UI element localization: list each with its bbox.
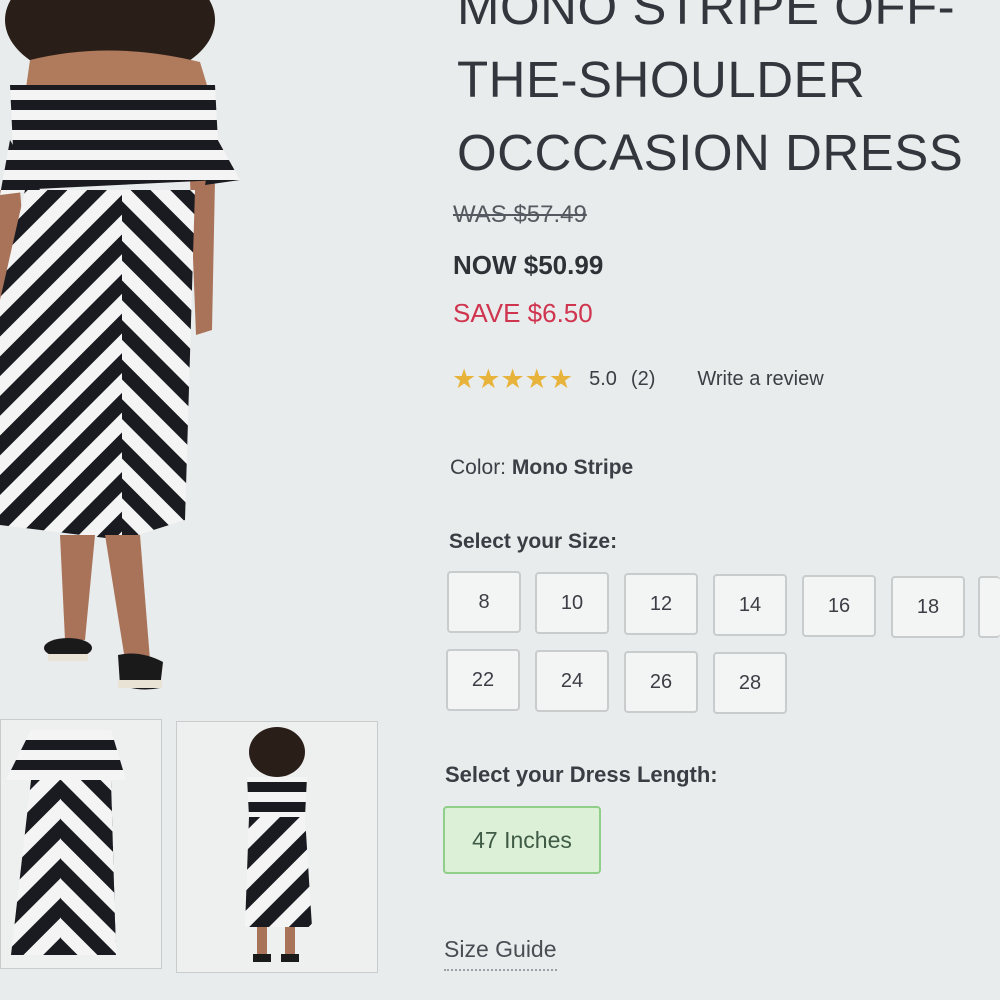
size-option-24[interactable]: 24 <box>535 650 609 712</box>
length-select-label: Select your Dress Length: <box>445 762 718 787</box>
price-save: SAVE $6.50 <box>453 298 593 328</box>
thumbnail-model-pose-image <box>245 727 312 962</box>
size-option-28[interactable]: 28 <box>713 652 787 714</box>
product-page: MONO STRIPE OFF- THE-SHOULDER OCCCASION … <box>0 0 1000 1000</box>
rating-count: (2) <box>630 368 656 390</box>
product-title-line1: MONO STRIPE OFF- <box>457 0 956 35</box>
size-select-label: Select your Size: <box>449 530 618 553</box>
color-label: Color: <box>450 456 507 479</box>
size-option-8[interactable]: 8 <box>447 571 521 633</box>
size-option-16[interactable]: 16 <box>802 575 876 637</box>
thumbnail-dress-front-image <box>6 730 126 955</box>
star-icon: ★ <box>548 364 574 394</box>
color-row: Color: Mono Stripe <box>450 456 633 480</box>
size-option-10[interactable]: 10 <box>535 572 609 634</box>
write-review-link[interactable]: Write a review <box>697 368 823 391</box>
size-option-12[interactable]: 12 <box>624 573 698 635</box>
size-option-14[interactable]: 14 <box>713 574 787 636</box>
price-was: WAS $57.49 <box>453 201 587 228</box>
product-main-image[interactable] <box>0 0 245 700</box>
size-guide-link[interactable]: Size Guide <box>444 936 557 971</box>
rating-score: 5.0 <box>589 368 617 390</box>
star-rating: ★ ★ ★ ★ ★ <box>452 366 573 393</box>
color-value: Mono Stripe <box>511 456 634 479</box>
product-title: MONO STRIPE OFF- THE-SHOULDER OCCCASION … <box>457 0 1000 189</box>
price-now: NOW $50.99 <box>453 250 604 280</box>
length-option-47-inches[interactable]: 47 Inches <box>443 806 601 874</box>
thumbnail-dress-front[interactable] <box>0 719 162 969</box>
size-option-22[interactable]: 22 <box>446 649 520 711</box>
product-title-line3: OCCCASION DRESS <box>457 124 964 181</box>
size-option-18[interactable]: 18 <box>891 576 965 638</box>
thumbnail-model-pose[interactable] <box>176 721 378 973</box>
size-option-26[interactable]: 26 <box>624 651 698 713</box>
star-icon: ★ <box>524 364 549 394</box>
star-icon: ★ <box>452 364 477 394</box>
rating-row: ★ ★ ★ ★ ★ 5.0 (2) Write a review <box>452 366 824 393</box>
star-icon: ★ <box>500 364 525 394</box>
product-title-line2: THE-SHOULDER <box>457 51 866 108</box>
star-icon: ★ <box>476 364 501 394</box>
size-option-20[interactable] <box>978 576 1000 638</box>
